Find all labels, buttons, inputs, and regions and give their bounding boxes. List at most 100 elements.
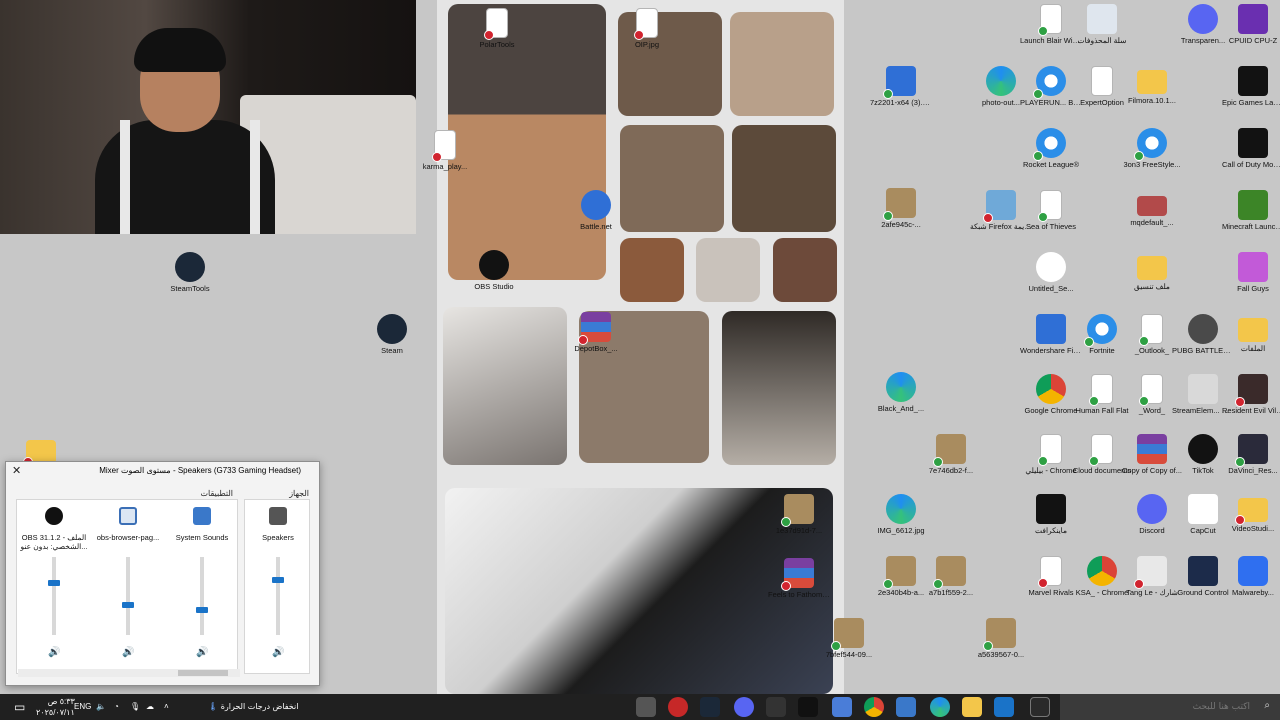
mute-speaker-icon[interactable]: 🔊	[196, 647, 208, 658]
chevron-up-icon[interactable]: ˄	[164, 694, 169, 720]
desktop-icon-recycle-bin[interactable]: سلة المحذوفات	[1071, 4, 1133, 45]
firefox-icon	[983, 190, 1016, 223]
desktop-icon-3on3[interactable]: 3on3 FreeStyle...	[1121, 128, 1183, 169]
notification-icon[interactable]: ▭	[14, 694, 25, 720]
desktop-icon-mqdefault[interactable]: mqdefault_...	[1121, 190, 1183, 227]
desktop-icon-black-and[interactable]: Black_And_...	[870, 372, 932, 413]
file-icon	[484, 8, 508, 40]
desktop-icon-7zip[interactable]: 7z2201-x64 (3).exe	[870, 66, 932, 107]
desktop-icon-feels-to-fathom[interactable]: Feels to Fathom - I...	[768, 558, 830, 599]
volume-slider-track[interactable]	[48, 557, 60, 635]
volume-slider-track[interactable]	[122, 557, 134, 635]
filmora-icon	[1036, 314, 1066, 344]
tiktok-icon[interactable]	[798, 697, 818, 717]
weather-widget[interactable]: 🌡 انخفاض درجات الحرارة	[208, 694, 298, 720]
desktop-icon-rocket-league[interactable]: Rocket League®	[1020, 128, 1082, 169]
mute-speaker-icon[interactable]: 🔊	[122, 647, 134, 658]
speaker-device-icon[interactable]	[269, 507, 287, 525]
media-player-icon[interactable]	[832, 697, 852, 717]
app-icon[interactable]	[766, 697, 786, 717]
desktop-icon-label: Sea of Thieves	[1026, 222, 1076, 231]
volume-slider-thumb[interactable]	[122, 601, 134, 608]
desktop-icon-sea-of-thieves[interactable]: Sea of Thieves	[1020, 190, 1082, 231]
volume-slider-track[interactable]	[272, 557, 284, 635]
image-icon	[933, 556, 966, 589]
desktop-icon-image[interactable]: 7e746db2-f...	[920, 434, 982, 475]
desktop-icon-steam[interactable]: Steam	[361, 314, 423, 355]
desktop-icon-malwarebytes[interactable]: Malwareby...	[1222, 556, 1280, 597]
desktop-icon-epic-games[interactable]: Epic Games Launcher	[1222, 66, 1280, 107]
mute-speaker-icon[interactable]: 🔊	[272, 647, 284, 658]
volume-slider-thumb[interactable]	[48, 580, 60, 587]
chrome-icon[interactable]	[864, 697, 884, 717]
re-icon	[1235, 374, 1268, 407]
volume-slider-track[interactable]	[196, 557, 208, 635]
record-icon[interactable]	[668, 697, 688, 717]
outlook-icon[interactable]	[994, 697, 1014, 717]
desktop-icon-untitled[interactable]: Untitled_Se...	[1020, 252, 1082, 293]
desktop-icon-files-folder[interactable]: الملفات	[1222, 314, 1280, 353]
store-icon[interactable]	[896, 697, 916, 717]
file-icon	[1139, 374, 1163, 406]
malwarebytes-icon	[1238, 556, 1268, 586]
desktop-icon-label: IMG_6612.jpg	[877, 526, 925, 535]
desktop-icon-cpuz[interactable]: CPUID CPU-Z	[1222, 4, 1280, 45]
mixer-titlebar[interactable]: ✕ Mixer مستوى الصوت - Speakers (G733 Gam…	[6, 462, 319, 480]
file-explorer-icon[interactable]	[636, 697, 656, 717]
scrollbar-thumb[interactable]	[178, 670, 228, 676]
search-input[interactable]	[1090, 698, 1250, 716]
desktop-icon-image[interactable]: 7bfef544-09...	[818, 618, 880, 659]
tiktok-icon	[1188, 434, 1218, 464]
desktop-icon-label: Untitled_Se...	[1028, 284, 1074, 293]
clock[interactable]: ٥:٣٣ ص ٢٠٢٥/٠٧/١١	[36, 696, 75, 718]
steam-icon[interactable]	[700, 697, 720, 717]
desktop-icon-filmora[interactable]: Filmora.10.1...	[1121, 66, 1183, 105]
volume-slider-thumb[interactable]	[196, 607, 208, 614]
desktop-icon-minecraft[interactable]: Minecraft Launcher	[1222, 190, 1280, 231]
collage-photo	[443, 307, 567, 465]
desktop-icon-image[interactable]: a7b1f559-2...	[920, 556, 982, 597]
desktop-icon-file[interactable]	[10, 436, 72, 467]
desktop-icon-image[interactable]: a5639567-0...	[970, 618, 1032, 659]
desktop-icon-label: Minecraft Launcher	[1222, 222, 1280, 231]
desktop-icon-videostudio[interactable]: VideoStudi...	[1222, 494, 1280, 533]
desktop-icon-polartools[interactable]: PolarTools	[466, 8, 528, 49]
desktop-icon-karma[interactable]: karma_play...	[414, 130, 476, 171]
browser-window-icon	[119, 507, 137, 525]
horizontal-scrollbar[interactable]	[18, 669, 240, 677]
desktop-icon-format-folder[interactable]: ملف تنسيق	[1121, 252, 1183, 291]
folder-icon[interactable]	[962, 697, 982, 717]
desktop-icon-minecraft-ar[interactable]: ماينكرافت	[1020, 494, 1082, 535]
desktop-icon-steamtools[interactable]: SteamTools	[159, 252, 221, 293]
desktop-icon-obs-studio[interactable]: OBS Studio	[463, 250, 525, 291]
collage-photo	[730, 12, 834, 116]
desktop-icon-image[interactable]: 2afe945c-...	[870, 188, 932, 229]
edge-icon[interactable]	[930, 697, 950, 717]
recycle-bin-icon	[1087, 4, 1117, 34]
desktop-icon-oip[interactable]: OIP.jpg	[616, 8, 678, 49]
mute-speaker-icon[interactable]: 🔊	[48, 647, 60, 658]
volume-icon[interactable]: 🔈	[96, 694, 106, 720]
desktop-icon-davinci[interactable]: DaVinci_Res...	[1222, 434, 1280, 475]
language-indicator[interactable]: ENG	[74, 694, 91, 720]
desktop-icon-depotbox[interactable]: DepotBox_...	[565, 312, 627, 353]
desktop-icon-img-6612[interactable]: IMG_6612.jpg	[870, 494, 932, 535]
desktop-icon-call-of-duty[interactable]: Call of Duty Modern ...	[1222, 128, 1280, 169]
desktop-icon-battlenet[interactable]: Battle.net	[565, 190, 627, 231]
shirt-stripe	[120, 120, 130, 234]
desktop-icon-resident-evil[interactable]: Resident Evil Village	[1222, 374, 1280, 415]
wifi-icon[interactable]: ◔	[114, 694, 119, 720]
desktop-icon-label: SteamTools	[170, 284, 210, 293]
desktop-icon-fall-guys[interactable]: Fall Guys	[1222, 252, 1280, 293]
channel-label: OBS 31.1.2 - الملف الشخصي: بدون عنو...	[20, 533, 88, 551]
task-view-icon[interactable]	[1030, 697, 1050, 717]
desktop-icon-label: DepotBox_...	[574, 344, 618, 353]
desktop-icon-image[interactable]: 1e37d91d-7...	[768, 494, 830, 535]
tray-icon[interactable]: ☁	[146, 694, 154, 720]
volume-slider-thumb[interactable]	[272, 577, 284, 584]
discord-icon[interactable]	[734, 697, 754, 717]
mic-icon[interactable]: 🎙	[130, 694, 140, 720]
taskbar-search[interactable]: ⌕	[1060, 694, 1280, 720]
close-icon[interactable]: ✕	[12, 462, 21, 480]
desktop-icon-label: a7b1f559-2...	[928, 588, 974, 597]
